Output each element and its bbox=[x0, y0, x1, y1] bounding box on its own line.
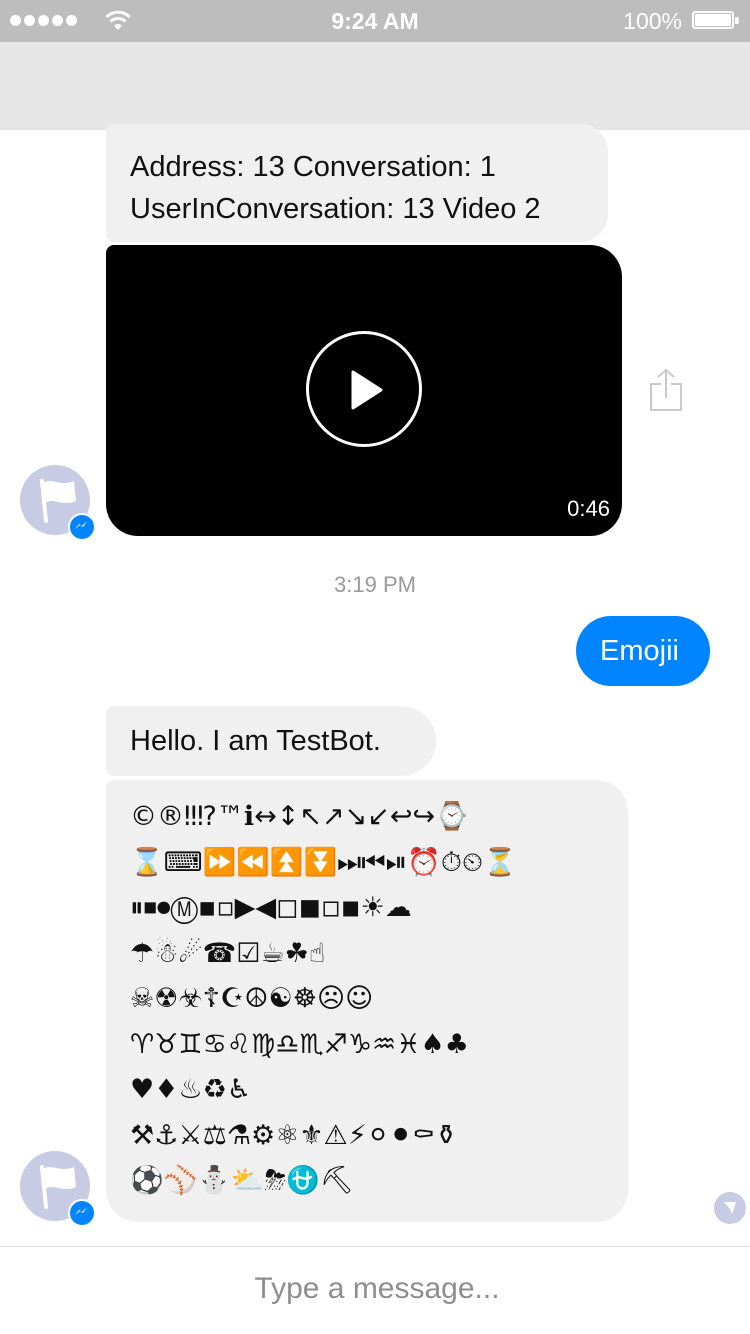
battery-percentage: 100% bbox=[623, 8, 682, 34]
emoji-line: ☂☃☄☎☑☕☘☝ bbox=[130, 937, 326, 969]
message-bubble-address: Address: 13 Conversation: 1 UserInConver… bbox=[106, 124, 608, 242]
navigation-bar bbox=[0, 42, 750, 130]
message-timestamp: 3:19 PM bbox=[334, 572, 416, 597]
emoji-line: ⌛⌨⏩⏪⏫⏬⏭⏮⏯⏰⏱⏲⏳ bbox=[130, 846, 517, 878]
message-bubble-emoji: ©®‼⁉™ℹ↔↕↖↗↘↙↩↪⌚ ⌛⌨⏩⏪⏫⏬⏭⏮⏯⏰⏱⏲⏳ ⏸⏹⏺Ⓜ▪▫▶◀◻◼… bbox=[106, 780, 628, 1222]
play-button[interactable] bbox=[306, 331, 422, 447]
seen-icon bbox=[714, 1192, 746, 1224]
emoji-line: ♈♉♊♋♌♍♎♏♐♑♒♓♠♣ bbox=[130, 1028, 469, 1060]
message-text: Emojii bbox=[600, 635, 679, 667]
message-input[interactable] bbox=[0, 1271, 750, 1307]
emoji-line: ⚽⚾⛄⛅⛈⛎⛏ bbox=[130, 1165, 354, 1196]
status-bar: 9:24 AM 100% bbox=[0, 0, 750, 42]
emoji-line: ©®‼⁉™ℹ↔↕↖↗↘↙↩↪⌚ bbox=[130, 801, 469, 832]
message-text: Hello. I am TestBot. bbox=[130, 725, 381, 757]
message-bubble-outgoing: Emojii bbox=[576, 616, 710, 686]
play-icon bbox=[351, 370, 383, 410]
messenger-icon bbox=[68, 1199, 96, 1227]
bot-avatar[interactable] bbox=[20, 1151, 96, 1227]
message-bubble-hello: Hello. I am TestBot. bbox=[106, 706, 436, 776]
battery-icon bbox=[692, 11, 739, 29]
message-composer bbox=[0, 1246, 750, 1334]
emoji-line: ⏸⏹⏺Ⓜ▪▫▶◀◻◼◽◾☀☁ bbox=[130, 892, 412, 923]
messenger-icon bbox=[68, 513, 96, 541]
bot-avatar[interactable] bbox=[20, 465, 96, 541]
message-text-line: Address: 13 Conversation: 1 bbox=[130, 151, 496, 183]
emoji-line: ⚒⚓⚔⚖⚗⚙⚛⚜⚠⚡⚪⚫⚰⚱ bbox=[130, 1119, 458, 1151]
messenger-screen: 9:24 AM 100% Address: 13 Conversation: 1… bbox=[0, 0, 750, 1334]
video-duration: 0:46 bbox=[567, 496, 610, 521]
video-player[interactable]: 0:46 bbox=[106, 245, 622, 536]
emoji-line: ♥♦♨♻♿ bbox=[130, 1074, 252, 1105]
message-text-line: UserInConversation: 13 Video 2 bbox=[130, 193, 541, 225]
emoji-line: ☠☢☣☦☪☮☯☸☹☺ bbox=[130, 983, 374, 1014]
share-icon[interactable] bbox=[648, 368, 684, 412]
